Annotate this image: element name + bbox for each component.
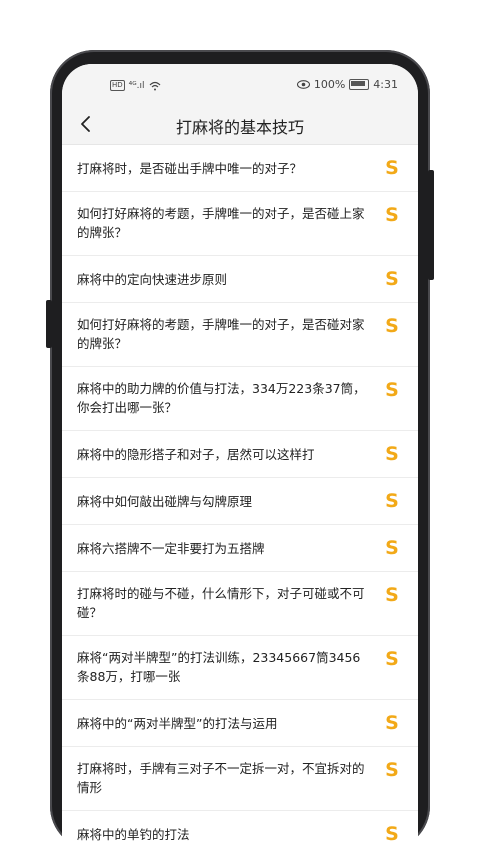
svg-text:S: S (385, 537, 399, 557)
status-left: HD ⁴ᴳ.ıl (110, 80, 161, 91)
coin-s-icon: S (385, 268, 399, 288)
article-title: 麻将中的定向快速进步原则 (77, 272, 228, 287)
article-title: 麻将中的单钓的打法 (77, 827, 190, 842)
coin-s-icon: S (385, 443, 399, 463)
coin-s-icon: S (385, 379, 399, 399)
status-bar: HD ⁴ᴳ.ıl 100% 4:31 (62, 64, 418, 104)
list-item[interactable]: 麻将中的隐形搭子和对子，居然可以这样打 S (62, 431, 418, 478)
list-item[interactable]: 打麻将时，手牌有三对子不一定拆一对，不宜拆对的情形 S (62, 747, 418, 811)
coin-s-icon: S (385, 315, 399, 335)
list-item[interactable]: 麻将中的单钓的打法 S (62, 811, 418, 850)
svg-text:S: S (385, 648, 399, 668)
phone-screen: HD ⁴ᴳ.ıl 100% 4:31 打麻将的基本技巧 打麻将时，是否碰出手牌中… (62, 64, 418, 850)
list-item[interactable]: 麻将六搭牌不一定非要打为五搭牌 S (62, 525, 418, 572)
coin-s-icon: S (385, 759, 399, 779)
svg-text:S: S (385, 443, 399, 463)
svg-text:S: S (385, 204, 399, 224)
article-title: 打麻将时，是否碰出手牌中唯一的对子？ (77, 161, 303, 176)
svg-text:S: S (385, 315, 399, 335)
coin-s-icon: S (385, 712, 399, 732)
status-right: 100% 4:31 (296, 78, 398, 91)
article-title: 如何打好麻将的考题，手牌唯一的对子，是否碰对家的牌张？ (77, 317, 365, 351)
article-title: 麻将中如何敲出碰牌与勾牌原理 (77, 494, 253, 509)
article-title: 如何打好麻将的考题，手牌唯一的对子，是否碰上家的牌张？ (77, 206, 365, 240)
wifi-icon (149, 81, 160, 90)
coin-s-icon: S (385, 204, 399, 224)
svg-text:S: S (385, 379, 399, 399)
coin-s-icon: S (385, 584, 399, 604)
list-item[interactable]: 如何打好麻将的考题，手牌唯一的对子，是否碰对家的牌张？ S (62, 303, 418, 367)
page-title: 打麻将的基本技巧 (175, 118, 304, 137)
coin-s-icon: S (385, 537, 399, 557)
article-title: 打麻将时的碰与不碰，什么情形下，对子可碰或不可碰？ (77, 586, 365, 620)
eye-icon (296, 80, 310, 89)
article-title: 麻将中的隐形搭子和对子，居然可以这样打 (77, 447, 315, 462)
svg-text:S: S (385, 268, 399, 288)
list-item[interactable]: 麻将中的“两对半牌型”的打法与运用 S (62, 700, 418, 747)
list-item[interactable]: 如何打好麻将的考题，手牌唯一的对子，是否碰上家的牌张？ S (62, 192, 418, 256)
article-title: 麻将六搭牌不一定非要打为五搭牌 (77, 541, 265, 556)
list-item[interactable]: 麻将中的助力牌的价值与打法，334万223条37筒，你会打出哪一张？ S (62, 367, 418, 431)
battery-percent: 100% (313, 78, 346, 91)
coin-s-icon: S (385, 157, 399, 177)
signal-icon: ⁴ᴳ.ıl (128, 80, 145, 91)
article-title: 打麻将时，手牌有三对子不一定拆一对，不宜拆对的情形 (77, 761, 365, 795)
list-item[interactable]: 麻将中如何敲出碰牌与勾牌原理 S (62, 478, 418, 525)
svg-text:S: S (385, 823, 399, 843)
article-title: 麻将“两对半牌型”的打法训练，23345667筒3456条88万，打哪一张 (77, 650, 361, 684)
phone-side-button-left (46, 300, 52, 348)
battery-icon (349, 79, 370, 90)
phone-side-button (428, 170, 434, 280)
coin-s-icon: S (385, 648, 399, 668)
hd-badge: HD (110, 80, 125, 91)
article-title: 麻将中的“两对半牌型”的打法与运用 (77, 716, 278, 731)
article-list: 打麻将时，是否碰出手牌中唯一的对子？ S 如何打好麻将的考题，手牌唯一的对子，是… (62, 145, 418, 850)
status-time: 4:31 (373, 78, 398, 91)
svg-text:S: S (385, 584, 399, 604)
coin-s-icon: S (385, 823, 399, 843)
svg-text:S: S (385, 712, 399, 732)
svg-text:S: S (385, 490, 399, 510)
list-item[interactable]: 打麻将时的碰与不碰，什么情形下，对子可碰或不可碰？ S (62, 572, 418, 636)
article-title: 麻将中的助力牌的价值与打法，334万223条37筒，你会打出哪一张？ (77, 381, 366, 415)
list-item[interactable]: 打麻将时，是否碰出手牌中唯一的对子？ S (62, 145, 418, 192)
coin-s-icon: S (385, 490, 399, 510)
svg-text:S: S (385, 759, 399, 779)
nav-bar: 打麻将的基本技巧 (62, 104, 418, 145)
list-item[interactable]: 麻将中的定向快速进步原则 S (62, 256, 418, 303)
list-item[interactable]: 麻将“两对半牌型”的打法训练，23345667筒3456条88万，打哪一张 S (62, 636, 418, 700)
svg-text:S: S (385, 157, 399, 177)
